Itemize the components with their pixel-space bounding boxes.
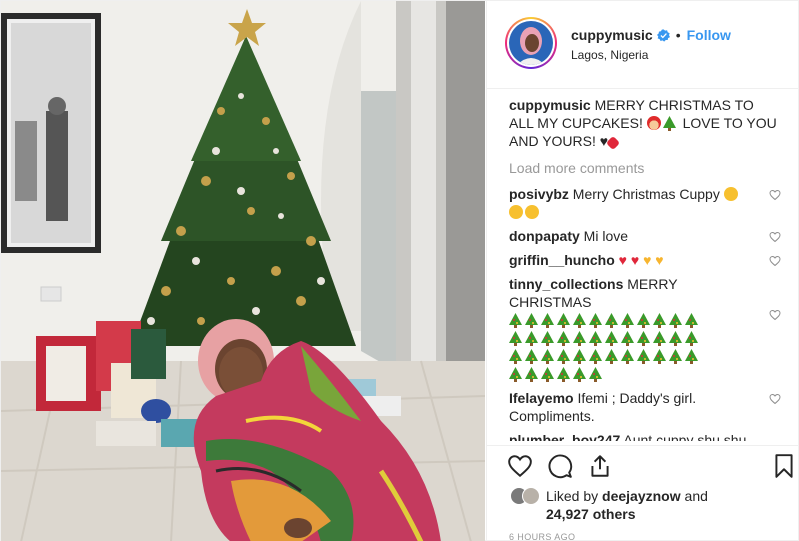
- christmas-tree-emoji-icon: [605, 313, 618, 328]
- avatar: [522, 487, 540, 505]
- christmas-tree-emoji-icon: [509, 367, 522, 382]
- christmas-tree-emoji-icon: [662, 116, 676, 131]
- comment-like-heart-icon[interactable]: [769, 393, 781, 405]
- christmas-tree-emoji-icon: [573, 367, 586, 382]
- comment: donpapaty Mi love: [509, 227, 781, 245]
- comment-like-heart-icon[interactable]: [769, 309, 781, 321]
- liker-avatars[interactable]: [510, 487, 540, 505]
- post-header: cuppymusic • Follow Lagos, Nigeria: [487, 1, 799, 89]
- comment: griffin__huncho ♥ ♥ ♥ ♥: [509, 251, 781, 269]
- christmas-tree-emoji-icon: [557, 331, 570, 346]
- bookmark-icon[interactable]: [771, 453, 797, 479]
- christmas-tree-emoji-icon: [557, 349, 570, 364]
- post-location[interactable]: Lagos, Nigeria: [571, 48, 648, 62]
- comment-username[interactable]: plumber_boy247: [509, 432, 620, 441]
- christmas-tree-emoji-icon: [589, 367, 602, 382]
- comment: tinny_collections MERRY CHRISTMAS: [509, 275, 781, 383]
- christmas-tree-emoji-icon: [541, 313, 554, 328]
- christmas-tree-emoji-icon: [573, 349, 586, 364]
- like-heart-icon[interactable]: [507, 453, 533, 479]
- comment-like-heart-icon[interactable]: [769, 231, 781, 243]
- christmas-tree-emoji-icon: [557, 313, 570, 328]
- post-caption: cuppymusic MERRY CHRISTMAS TO ALL MY CUP…: [509, 96, 781, 151]
- christmas-tree-emoji-icon: [637, 313, 650, 328]
- christmas-tree-emoji-icon: [653, 331, 666, 346]
- christmas-tree-emoji-icon: [685, 349, 698, 364]
- likes-and: and: [684, 488, 708, 504]
- christmas-tree-emoji-icon: [621, 331, 634, 346]
- christmas-tree-emoji-icon: [653, 313, 666, 328]
- post-photo[interactable]: [1, 1, 485, 541]
- christmas-tree-emoji-icon: [541, 349, 554, 364]
- christmas-tree-emoji-icon: [541, 331, 554, 346]
- christmas-tree-emoji-icon: [573, 331, 586, 346]
- christmas-tree-emoji-icon: [589, 331, 602, 346]
- christmas-tree-emoji-icon: [525, 313, 538, 328]
- christmas-tree-emoji-row: [509, 311, 759, 383]
- heart-eyes-emoji-icon: [525, 205, 539, 219]
- christmas-tree-emoji-icon: [509, 349, 522, 364]
- christmas-tree-emoji-icon: [525, 367, 538, 382]
- comment-like-heart-icon[interactable]: [769, 189, 781, 201]
- christmas-tree-emoji-icon: [557, 367, 570, 382]
- comment-icon[interactable]: [547, 453, 573, 479]
- christmas-tree-emoji-icon: [605, 331, 618, 346]
- instagram-post: cuppymusic • Follow Lagos, Nigeria cuppy…: [0, 0, 799, 541]
- load-more-comments[interactable]: Load more comments: [509, 160, 781, 176]
- heart-eyes-emoji-icon: [509, 205, 523, 219]
- christmas-tree-emoji-icon: [685, 313, 698, 328]
- comment-username[interactable]: griffin__huncho: [509, 252, 615, 268]
- likes-summary: Liked by deejayznow and 24,927 others: [510, 487, 746, 523]
- comment-username[interactable]: posivybz: [509, 186, 569, 202]
- christmas-tree-emoji-icon: [637, 331, 650, 346]
- comment-text: Mi love: [583, 228, 629, 244]
- post-side-panel: cuppymusic • Follow Lagos, Nigeria cuppy…: [486, 1, 799, 541]
- christmas-tree-emoji-icon: [669, 349, 682, 364]
- verified-badge-icon: [656, 28, 670, 42]
- yellow-heart-emoji-icon: ♥: [655, 252, 664, 268]
- comment-username[interactable]: Ifelayemo: [509, 390, 574, 406]
- follow-button[interactable]: Follow: [687, 27, 731, 43]
- christmas-tree-emoji-icon: [605, 349, 618, 364]
- christmas-tree-emoji-icon: [573, 313, 586, 328]
- caption-username[interactable]: cuppymusic: [509, 97, 591, 113]
- heart-eyes-emoji-icon: [723, 187, 738, 201]
- santa-emoji-icon: [646, 116, 661, 130]
- comment-like-heart-icon[interactable]: [769, 255, 781, 267]
- comment-username[interactable]: donpapaty: [509, 228, 580, 244]
- yellow-heart-emoji-icon: ♥: [643, 252, 652, 268]
- profile-username[interactable]: cuppymusic: [571, 27, 653, 43]
- christmas-tree-emoji-icon: [685, 331, 698, 346]
- christmas-tree-emoji-icon: [525, 349, 538, 364]
- christmas-tree-emoji-icon: [509, 313, 522, 328]
- christmas-tree-emoji-icon: [669, 331, 682, 346]
- broken-heart-emoji-icon: [606, 135, 621, 151]
- christmas-tree-emoji-icon: [669, 313, 682, 328]
- likes-prefix: Liked by: [546, 488, 599, 504]
- christmas-tree-emoji-icon: [525, 331, 538, 346]
- post-actions: Liked by deejayznow and 24,927 others 6 …: [487, 445, 799, 541]
- red-heart-emoji-icon: ♥: [630, 252, 640, 268]
- likes-count[interactable]: 24,927 others: [546, 506, 636, 522]
- post-timestamp[interactable]: 6 HOURS AGO: [509, 532, 575, 541]
- christmas-tree-emoji-icon: [509, 331, 522, 346]
- profile-avatar[interactable]: [505, 17, 557, 69]
- christmas-tree-emoji-icon: [653, 349, 666, 364]
- comment-username[interactable]: tinny_collections: [509, 276, 623, 292]
- christmas-tree-emoji-icon: [621, 349, 634, 364]
- christmas-tree-emoji-icon: [621, 313, 634, 328]
- share-icon[interactable]: [587, 453, 613, 479]
- christmas-tree-emoji-icon: [541, 367, 554, 382]
- comment: plumber_boy247 Aunt cuppy shu shu ......…: [509, 431, 781, 441]
- comments-list[interactable]: cuppymusic MERRY CHRISTMAS TO ALL MY CUP…: [509, 96, 781, 441]
- christmas-tree-emoji-icon: [589, 313, 602, 328]
- separator-dot: •: [675, 27, 681, 43]
- red-heart-emoji-icon: ♥: [618, 252, 627, 268]
- comment: posivybz Merry Christmas Cuppy: [509, 185, 781, 221]
- christmas-tree-emoji-icon: [589, 349, 602, 364]
- comment-text: Merry Christmas Cuppy: [572, 186, 720, 202]
- liker-username[interactable]: deejayznow: [602, 488, 681, 504]
- christmas-tree-emoji-icon: [637, 349, 650, 364]
- comment: Ifelayemo Ifemi ; Daddy's girl. Complime…: [509, 389, 781, 425]
